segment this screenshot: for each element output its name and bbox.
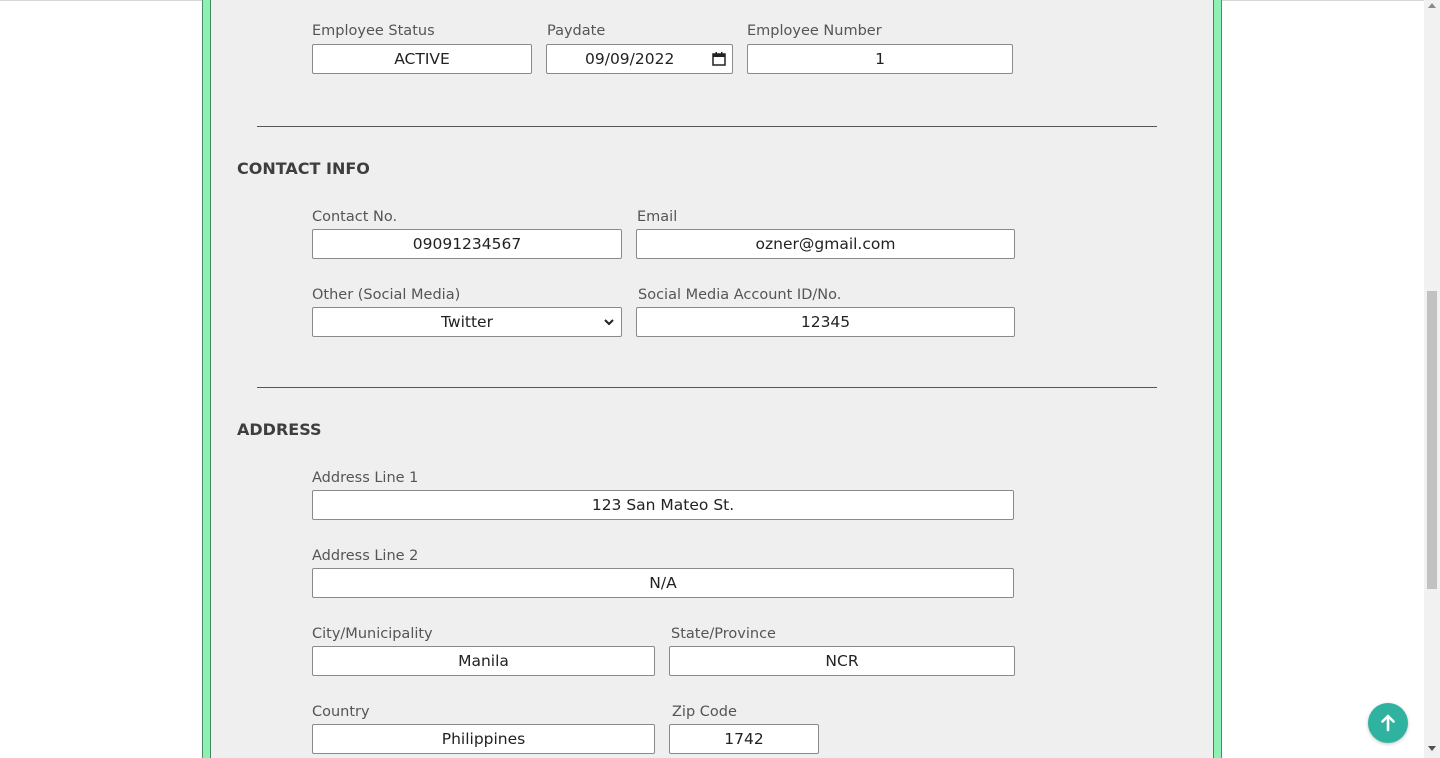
scroll-up-icon[interactable] [1428,3,1436,8]
back-to-top-button[interactable] [1368,703,1408,743]
social-media-select[interactable]: Twitter [312,307,622,337]
paydate-value: 09/09/2022 [585,50,675,68]
country-label: Country [312,704,370,720]
section-divider [257,126,1157,127]
employee-number-field[interactable]: 1 [747,44,1013,74]
scrollbar-thumb[interactable] [1427,291,1437,589]
employee-status-label: Employee Status [312,23,435,39]
social-id-field[interactable]: 12345 [636,307,1015,337]
contact-no-field[interactable]: 09091234567 [312,229,622,259]
address-line2-label: Address Line 2 [312,548,419,564]
employee-number-label: Employee Number [747,23,882,39]
contact-no-label: Contact No. [312,209,398,225]
scroll-down-icon[interactable] [1428,746,1436,751]
address-line1-field[interactable]: 123 San Mateo St. [312,490,1014,520]
city-field[interactable]: Manila [312,646,655,676]
state-field[interactable]: NCR [669,646,1015,676]
panel-edge-left [202,0,203,758]
contact-info-heading: CONTACT INFO [237,159,370,178]
panel-edge-right [1221,0,1222,758]
address-line2-field[interactable]: N/A [312,568,1014,598]
paydate-label: Paydate [547,23,606,39]
country-field[interactable]: Philippines [312,724,655,754]
address-heading: ADDRESS [237,420,322,439]
employee-status-field[interactable]: ACTIVE [312,44,532,74]
section-divider [257,387,1157,388]
social-id-label: Social Media Account ID/No. [638,287,842,303]
city-label: City/Municipality [312,626,433,642]
other-social-label: Other (Social Media) [312,287,461,303]
state-label: State/Province [671,626,776,642]
arrow-up-icon [1381,714,1395,732]
calendar-icon[interactable] [712,52,726,66]
chevron-down-icon [604,319,614,326]
email-label: Email [637,209,678,225]
paydate-field[interactable]: 09/09/2022 [546,44,733,74]
zip-code-label: Zip Code [672,704,737,720]
zip-code-field[interactable]: 1742 [669,724,819,754]
address-line1-label: Address Line 1 [312,470,419,486]
social-media-select-value: Twitter [441,313,493,331]
email-field[interactable]: ozner@gmail.com [636,229,1015,259]
form-panel [202,0,1222,758]
